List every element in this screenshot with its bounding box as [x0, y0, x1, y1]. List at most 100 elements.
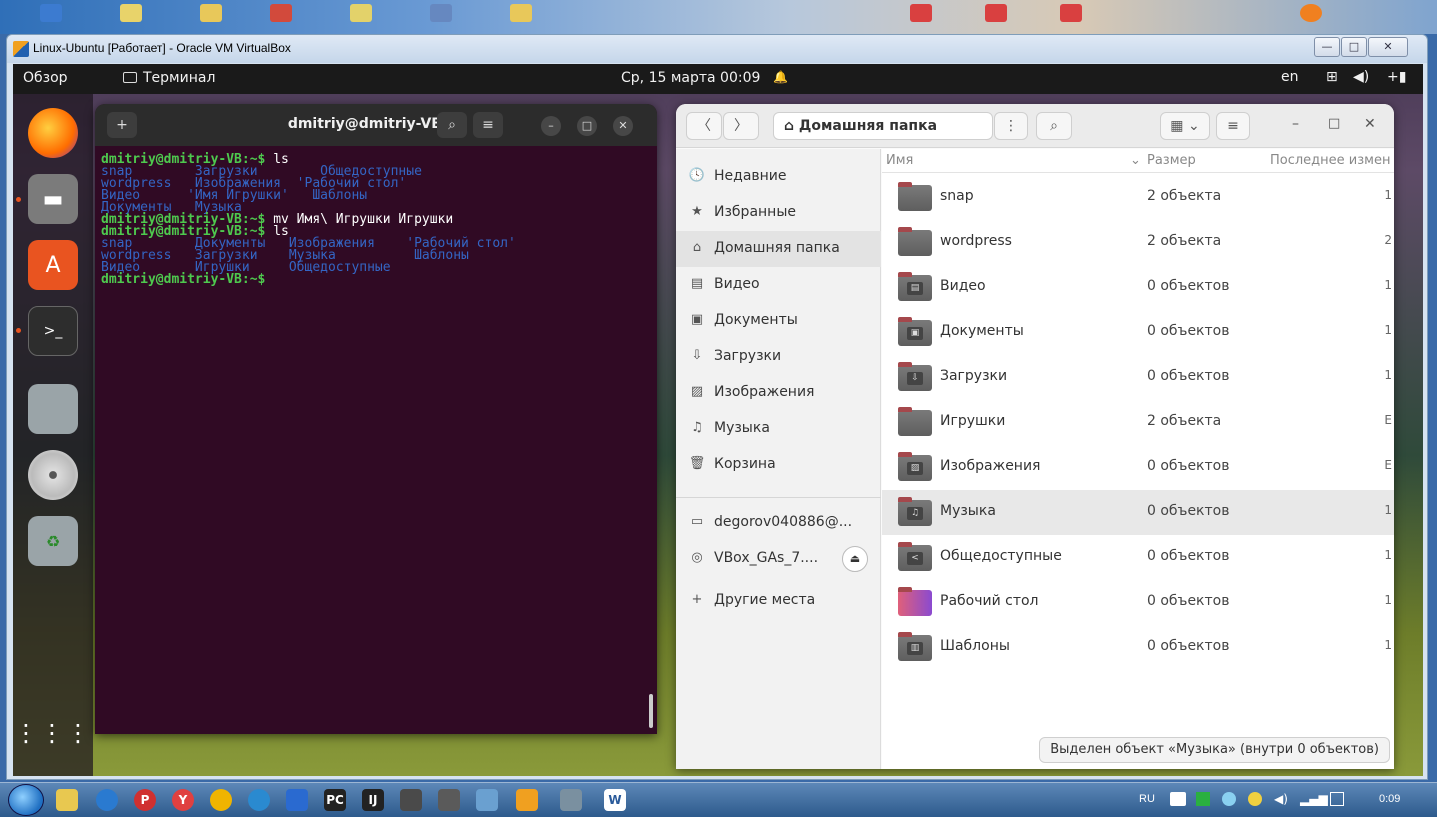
host-pdf-icon[interactable] [1060, 4, 1082, 22]
file-row[interactable]: wordpress 2 объекта 2 [882, 220, 1394, 265]
sidebar-item[interactable]: ◎ VBox_GAs_7.... ⏏ [676, 541, 881, 577]
file-row[interactable]: ▥ Шаблоны 0 объектов 1 [882, 625, 1394, 670]
file-row[interactable]: ▨ Изображения 0 объектов E [882, 445, 1394, 490]
vbox-minimize-button[interactable]: — [1314, 37, 1340, 57]
tray-icon[interactable] [1196, 792, 1210, 806]
sidebar-item[interactable]: ▣ Документы [676, 303, 881, 339]
sidebar-item[interactable]: ★ Избранные [676, 195, 881, 231]
host-desktop-icon[interactable] [350, 4, 372, 22]
ij-icon[interactable]: IJ [362, 789, 384, 811]
file-row[interactable]: ♫ Музыка 0 объектов 1 [882, 490, 1394, 535]
trash-icon[interactable]: ♻ [28, 516, 78, 566]
start-button[interactable] [8, 784, 44, 816]
host-desktop-icon[interactable] [40, 4, 62, 22]
file-row[interactable]: < Общедоступные 0 объектов 1 [882, 535, 1394, 580]
terminal-icon[interactable]: >_ [28, 306, 78, 356]
optical-disc-icon[interactable] [28, 450, 78, 500]
minimize-icon[interactable]: – [1292, 116, 1299, 132]
taskbar-clock[interactable]: 0:09 [1379, 793, 1400, 805]
host-desktop-icon[interactable] [120, 4, 142, 22]
host-pdf-icon[interactable] [910, 4, 932, 22]
column-size[interactable]: Размер [1147, 153, 1196, 168]
terminal-scrollbar[interactable] [649, 694, 653, 728]
files-window[interactable]: 〈 〉 ⌂ Домашняя папка ⋮ ⌕ ▦ ⌄ ≡ – □ ✕ 🕓 Не… [676, 104, 1394, 769]
volume-icon[interactable]: ◀) [1353, 69, 1369, 85]
sidebar-item[interactable]: ▭ degorov040886@... [676, 505, 881, 541]
host-desktop-icon[interactable] [270, 4, 292, 22]
sidebar-item[interactable]: ♫ Музыка [676, 411, 881, 447]
software-center-icon[interactable]: A [28, 240, 78, 290]
maximize-icon[interactable]: □ [577, 116, 597, 136]
file-row[interactable]: ▣ Документы 0 объектов 1 [882, 310, 1394, 355]
column-modified[interactable]: Последнее измен [1270, 153, 1390, 168]
maximize-icon[interactable]: □ [1328, 116, 1340, 131]
sidebar-item[interactable]: 🕓 Недавние [676, 159, 881, 195]
close-icon[interactable]: ✕ [1364, 116, 1376, 132]
file-row[interactable]: Рабочий стол 0 объектов 1 [882, 580, 1394, 625]
vbox-close-button[interactable]: ✕ [1368, 37, 1408, 57]
battery-icon[interactable]: +▮ [1387, 69, 1406, 85]
tray-icon[interactable] [1248, 792, 1262, 806]
minimize-icon[interactable]: – [541, 116, 561, 136]
virtualbox-taskbar-icon[interactable] [516, 789, 538, 811]
sidebar-item[interactable]: ▤ Видео [676, 267, 881, 303]
clock[interactable]: Ср, 15 марта 00:09 [621, 70, 760, 86]
terminal-headerbar[interactable]: + dmitriy@dmitriy-VB: ~ ⌕ ≡ – □ ✕ [95, 104, 657, 146]
notification-bell-icon[interactable]: 🔔 [773, 70, 788, 84]
vbox-maximize-button[interactable]: □ [1341, 37, 1367, 57]
column-name[interactable]: Имя [886, 153, 913, 168]
search-icon[interactable]: ⌕ [437, 112, 467, 138]
files-headerbar[interactable]: 〈 〉 ⌂ Домашняя папка ⋮ ⌕ ▦ ⌄ ≡ – □ ✕ [676, 104, 1394, 148]
terminal-window[interactable]: + dmitriy@dmitriy-VB: ~ ⌕ ≡ – □ ✕ dmitri… [95, 104, 657, 734]
file-row[interactable]: snap 2 объекта 1 [882, 175, 1394, 220]
file-row[interactable]: ⇩ Загрузки 0 объектов 1 [882, 355, 1394, 400]
terminal-output[interactable]: dmitriy@dmitriy-VB:~$ ls snap Загрузки Об… [101, 153, 651, 286]
sort-chevron-icon[interactable]: ⌄ [1130, 153, 1141, 168]
host-pdf-icon[interactable] [985, 4, 1007, 22]
close-icon[interactable]: ✕ [613, 116, 633, 136]
activities-button[interactable]: Обзор [23, 70, 68, 86]
app-p-icon[interactable]: P [134, 789, 156, 811]
sidebar-item[interactable]: ▨ Изображения [676, 375, 881, 411]
sidebar-item[interactable]: ⇩ Загрузки [676, 339, 881, 375]
path-menu-button[interactable]: ⋮ [994, 112, 1028, 140]
files-icon[interactable]: ▬ [28, 174, 78, 224]
word-icon[interactable]: W [604, 789, 626, 811]
cube-app-icon[interactable] [476, 789, 498, 811]
sidebar-item[interactable]: ⌂ Домашняя папка [676, 231, 881, 267]
yandex-icon[interactable]: Y [172, 789, 194, 811]
file-row[interactable]: Игрушки 2 объекта E [882, 400, 1394, 445]
search-button[interactable]: ⌕ [1036, 112, 1072, 140]
hamburger-menu-button[interactable]: ≡ [1216, 112, 1250, 140]
vm-taskbar-icon[interactable] [560, 789, 582, 811]
host-desktop-icon[interactable] [430, 4, 452, 22]
volume-icon[interactable]: ◀) [1274, 792, 1288, 806]
explorer-icon[interactable] [56, 789, 78, 811]
view-toggle-button[interactable]: ▦ ⌄ [1160, 112, 1210, 140]
host-desktop-icon[interactable] [510, 4, 532, 22]
sidebar-item[interactable]: + Другие места [676, 583, 881, 619]
host-desktop-icon[interactable] [1300, 4, 1322, 22]
file-row[interactable]: ▤ Видео 0 объектов 1 [882, 265, 1394, 310]
drive-icon[interactable] [28, 384, 78, 434]
vscode-icon[interactable] [286, 789, 308, 811]
battery-icon[interactable] [1330, 792, 1344, 806]
back-button[interactable]: 〈 [686, 112, 722, 140]
keyboard-layout[interactable]: en [1281, 69, 1299, 85]
firefox-icon[interactable] [28, 108, 78, 158]
edge-icon[interactable] [248, 789, 270, 811]
tray-icon[interactable] [1222, 792, 1236, 806]
network-app-icon[interactable] [438, 789, 460, 811]
signal-icon[interactable]: ▂▄▆ [1300, 792, 1328, 806]
host-desktop-icon[interactable] [200, 4, 222, 22]
tray-icon[interactable] [1170, 792, 1186, 806]
network-icon[interactable]: ⊞ [1326, 69, 1338, 85]
eject-icon[interactable]: ⏏ [842, 546, 868, 572]
app-icon[interactable] [400, 789, 422, 811]
hamburger-menu-icon[interactable]: ≡ [473, 112, 503, 138]
pycharm-icon[interactable]: PC [324, 789, 346, 811]
sidebar-item[interactable]: 🗑 Корзина [676, 447, 881, 483]
chrome-icon[interactable] [210, 789, 232, 811]
input-language[interactable]: RU [1139, 793, 1155, 805]
terminal-app-menu[interactable]: Терминал [123, 70, 215, 86]
